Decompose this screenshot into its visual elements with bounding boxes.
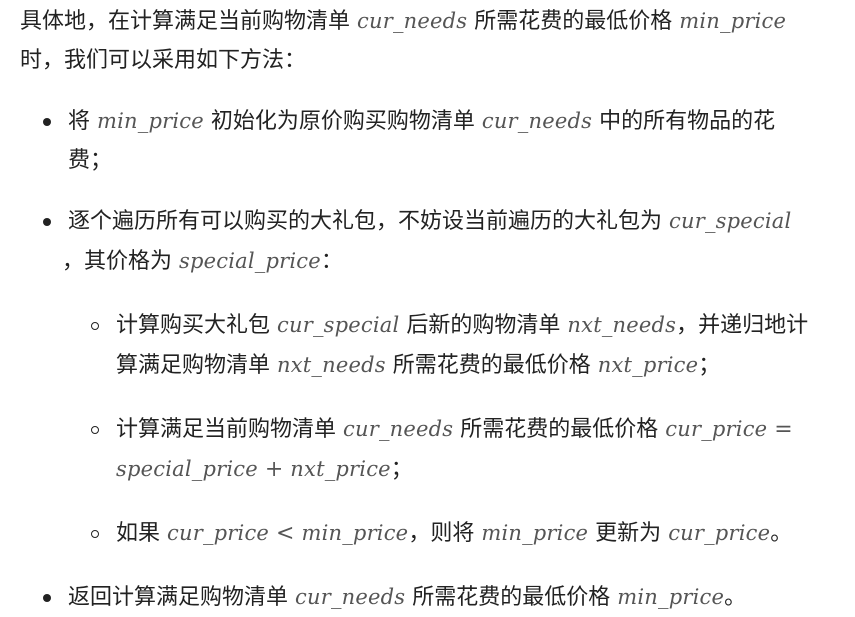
list-text: 所需花费的最低价格 [460, 417, 659, 442]
bullet-1-line-1: 将 min_price 初始化为原价购买购物清单 cur_needs 中的所有物… [68, 106, 775, 137]
list-text: 中的所有物品的花 [599, 109, 776, 134]
math-min-price: min_price [617, 585, 725, 609]
sub-bullet-1-line-1: 计算购买大礼包 cur_special 后新的购物清单 nxt_needs，并递… [116, 310, 808, 341]
list-text: 返回计算满足购物清单 [68, 585, 289, 610]
sub-bullet-3-line-1: 如果 cur_price < min_price，则将 min_price 更新… [116, 518, 792, 549]
document-body: 具体地，在计算满足当前购物清单 cur_needs 所需花费的最低价格 min_… [0, 0, 855, 617]
math-cur-price: cur_price [665, 417, 768, 441]
math-nxt-price: nxt_price [597, 353, 699, 377]
math-min-price: min_price [97, 109, 204, 133]
intro-text: 所需花费的最低价格 [474, 9, 673, 34]
list-text: ，并递归地计 [676, 313, 809, 338]
bullet-2-line-1: 逐个遍历所有可以购买的大礼包，不妨设当前遍历的大礼包为 cur_special [68, 206, 791, 237]
math-cur-special: cur_special [277, 313, 400, 337]
sub-bullet-1-line-2: 算满足购物清单 nxt_needs 所需花费的最低价格 nxt_price； [116, 350, 720, 381]
bullet-3-line-1: 返回计算满足购物清单 cur_needs 所需花费的最低价格 min_price… [68, 582, 746, 613]
sub-bullet-2-line-1: 计算满足当前购物清单 cur_needs 所需花费的最低价格 cur_price… [116, 414, 793, 445]
math-nxt-price: nxt_price [290, 457, 391, 481]
intro-line-2: 时，我们可以采用如下方法： [20, 46, 306, 76]
list-text: 。 [770, 521, 793, 546]
list-text: 初始化为原价购买购物清单 [210, 109, 475, 134]
math-cur-needs: cur_needs [343, 417, 454, 441]
math-cur-needs: cur_needs [295, 585, 406, 609]
list-text: 所需花费的最低价格 [412, 585, 611, 610]
math-min-price: min_price [301, 521, 409, 545]
math-operator: + [264, 457, 284, 482]
list-text: 所需花费的最低价格 [392, 353, 591, 378]
intro-text: 时，我们可以采用如下方法： [20, 48, 307, 73]
bullet-circle-icon [91, 322, 99, 330]
math-nxt-needs: nxt_needs [277, 353, 386, 377]
list-text: 计算购买大礼包 [116, 313, 271, 338]
math-cur-needs: cur_needs [357, 9, 468, 33]
list-text: 费； [68, 148, 113, 173]
math-special-price: special_price [116, 457, 258, 481]
bullet-disc-icon [43, 218, 51, 226]
list-text: ，其价格为 [62, 249, 173, 274]
bullet-1-line-2: 费； [68, 146, 112, 176]
list-text: 算满足购物清单 [116, 353, 271, 378]
list-text: 逐个遍历所有可以购买的大礼包，不妨设当前遍历的大礼包为 [68, 209, 663, 234]
math-min-price: min_price [481, 521, 589, 545]
math-cur-needs: cur_needs [481, 109, 593, 133]
list-text: 计算满足当前购物清单 [116, 417, 337, 442]
math-cur-price: cur_price [167, 521, 270, 545]
list-text: 更新为 [595, 521, 662, 546]
math-cur-special: cur_special [669, 209, 792, 233]
math-nxt-needs: nxt_needs [567, 313, 677, 337]
sub-bullet-2-line-2: special_price + nxt_price； [116, 454, 413, 485]
bullet-disc-icon [43, 594, 51, 602]
math-cur-price: cur_price [668, 521, 771, 545]
math-operator: < [276, 521, 295, 546]
list-text: 如果 [116, 521, 161, 546]
list-text: ； [698, 353, 721, 378]
list-text: ： [320, 249, 343, 274]
list-text: 。 [724, 585, 747, 610]
bullet-disc-icon [43, 118, 51, 126]
list-text: ； [390, 457, 413, 482]
bullet-2-line-2: ，其价格为 special_price： [62, 246, 343, 277]
intro-text: 具体地，在计算满足当前购物清单 [20, 9, 351, 34]
math-operator: = [774, 417, 793, 442]
list-text: 将 [68, 109, 91, 134]
math-special-price: special_price [179, 249, 321, 273]
math-min-price: min_price [679, 9, 787, 33]
bullet-circle-icon [91, 426, 99, 434]
intro-line-1: 具体地，在计算满足当前购物清单 cur_needs 所需花费的最低价格 min_… [20, 6, 786, 37]
list-text: 后新的购物清单 [406, 313, 561, 338]
list-text: ，则将 [408, 521, 475, 546]
bullet-circle-icon [91, 530, 99, 538]
